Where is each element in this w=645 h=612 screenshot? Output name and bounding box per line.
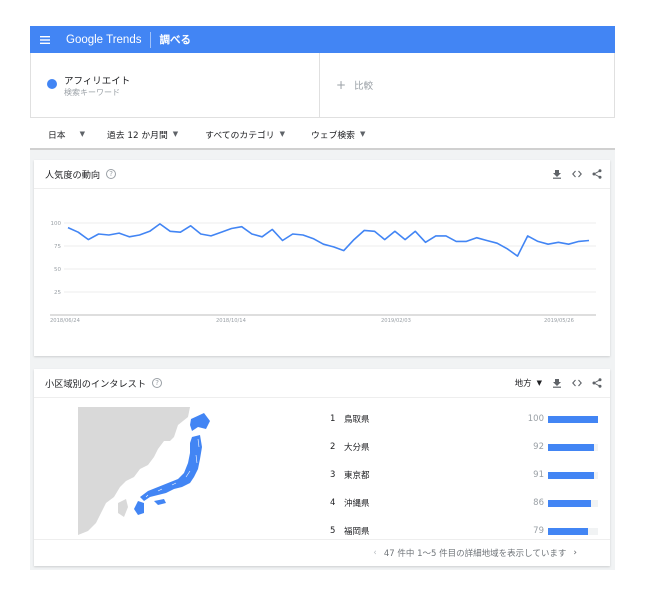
region-value: 92 xyxy=(533,442,544,452)
search-term-name[interactable]: アフィリエイト xyxy=(64,73,130,87)
card-header: 小区域別のインタレスト ? 地方 ▼ xyxy=(34,369,610,398)
search-terms-row: アフィリエイト 検索キーワード + 比較 xyxy=(30,53,615,118)
share-icon[interactable] xyxy=(591,377,602,389)
filter-time-label: 過去 12 か月間 xyxy=(107,130,168,141)
region-bar xyxy=(548,527,588,535)
chevron-down-icon: ▼ xyxy=(359,130,366,138)
korean-peninsula-shape xyxy=(118,499,128,517)
region-rank: 2 xyxy=(330,442,336,452)
help-icon[interactable]: ? xyxy=(106,169,117,179)
download-icon[interactable] xyxy=(551,377,562,389)
region-row[interactable]: 3 東京都 91 xyxy=(330,461,600,489)
filter-geo[interactable]: 日本 ▼ xyxy=(48,128,85,141)
filter-bar: 日本 ▼ 過去 12 か月間 ▼ すべてのカテゴリ ▼ ウェブ検索 ▼ xyxy=(30,120,615,150)
header-divider xyxy=(150,31,152,48)
region-name[interactable]: 沖縄県 xyxy=(344,497,494,509)
region-rank: 5 xyxy=(330,526,336,536)
x-tick-label: 2019/05/26 xyxy=(544,318,574,324)
filter-property[interactable]: ウェブ検索 ▼ xyxy=(311,128,365,141)
region-level-select[interactable]: 地方 ▼ xyxy=(515,377,542,389)
region-bar-track xyxy=(548,443,598,451)
hokkaido-shape[interactable] xyxy=(190,413,210,431)
chevron-down-icon: ▼ xyxy=(79,130,85,138)
region-value: 79 xyxy=(533,526,544,536)
region-value: 100 xyxy=(527,414,544,424)
chevron-down-icon: ▼ xyxy=(536,379,542,387)
chevron-down-icon: ▼ xyxy=(172,130,179,138)
pagination-text: 47 件中 1〜5 件目の詳細地域を表示しています xyxy=(383,549,567,559)
interest-by-region-card: 小区域別のインタレスト ? 地方 ▼ 1 鳥取県 100 2 大分県 92 3 … xyxy=(34,369,610,566)
interest-over-time-card: 人気度の動向 ? 100 75 50 25 2018/06/24 2018/10/14 20… xyxy=(34,160,610,356)
logo-trends-text: Trends xyxy=(106,33,142,46)
region-name[interactable]: 福岡県 xyxy=(344,525,494,537)
region-row[interactable]: 4 沖縄県 86 xyxy=(330,489,600,517)
kyushu-shape[interactable] xyxy=(134,501,144,515)
region-bar xyxy=(548,499,591,507)
region-ranking-list: 1 鳥取県 100 2 大分県 92 3 東京都 91 4 沖縄県 86 5 福… xyxy=(330,405,600,545)
interest-over-time-title: 人気度の動向 xyxy=(45,170,101,181)
region-rank: 3 xyxy=(330,470,336,480)
filter-category[interactable]: すべてのカテゴリ ▼ xyxy=(205,128,285,141)
logo-google-text: Google xyxy=(66,33,104,46)
filter-geo-label: 日本 xyxy=(48,130,66,141)
region-rank: 1 xyxy=(330,414,336,424)
previous-page-icon[interactable]: ‹ xyxy=(373,548,377,558)
region-bar xyxy=(548,443,594,451)
region-row[interactable]: 1 鳥取県 100 xyxy=(330,405,600,433)
compare-label: 比較 xyxy=(354,81,374,92)
pagination-footer: ‹ 47 件中 1〜5 件目の詳細地域を表示しています › xyxy=(34,539,610,566)
japan-region-map[interactable] xyxy=(78,407,236,537)
download-icon[interactable] xyxy=(551,168,562,180)
region-rank: 4 xyxy=(330,498,336,508)
region-value: 86 xyxy=(533,498,544,508)
card-header: 人気度の動向 ? xyxy=(34,160,610,189)
series-line xyxy=(67,223,590,257)
y-tick-label: 50 xyxy=(54,267,61,273)
term-color-dot xyxy=(47,79,57,89)
y-tick-label: 100 xyxy=(51,221,62,227)
region-name[interactable]: 東京都 xyxy=(344,469,494,481)
interest-by-region-title: 小区域別のインタレスト xyxy=(45,379,147,390)
embed-icon[interactable] xyxy=(571,377,582,389)
y-tick-label: 25 xyxy=(54,290,61,296)
share-icon[interactable] xyxy=(591,168,602,180)
region-bar-track xyxy=(548,415,598,423)
google-trends-logo[interactable]: Google Trends xyxy=(66,34,141,46)
search-term-type: 検索キーワード xyxy=(64,88,120,97)
interest-line-chart: 100 75 50 25 2018/06/24 2018/10/14 2019/02/03 2… xyxy=(50,221,596,324)
embed-icon[interactable] xyxy=(571,168,582,180)
plus-icon: + xyxy=(336,78,347,92)
region-bar-track xyxy=(548,471,598,479)
region-bar xyxy=(548,471,594,479)
region-bar-track xyxy=(548,499,598,507)
region-bar-track xyxy=(548,527,598,535)
menu-icon[interactable] xyxy=(30,26,60,53)
region-name[interactable]: 大分県 xyxy=(344,441,494,453)
region-value: 91 xyxy=(533,470,544,480)
x-tick-label: 2018/10/14 xyxy=(216,318,247,324)
filter-time[interactable]: 過去 12 か月間 ▼ xyxy=(107,128,178,141)
help-icon[interactable]: ? xyxy=(152,378,163,388)
compare-card[interactable]: + 比較 xyxy=(320,53,615,118)
region-bar xyxy=(548,415,598,423)
region-row[interactable]: 2 大分県 92 xyxy=(330,433,600,461)
chevron-down-icon: ▼ xyxy=(279,130,285,138)
filter-category-label: すべてのカテゴリ xyxy=(205,130,275,141)
mainland-asia-shape xyxy=(78,407,190,535)
shikoku-shape[interactable] xyxy=(154,499,166,505)
y-tick-label: 75 xyxy=(54,244,61,250)
x-tick-label: 2018/06/24 xyxy=(50,318,81,324)
region-level-label: 地方 xyxy=(514,379,532,389)
search-term-card[interactable]: アフィリエイト 検索キーワード xyxy=(30,53,320,118)
region-name[interactable]: 鳥取県 xyxy=(344,413,494,425)
filter-property-label: ウェブ検索 xyxy=(310,130,355,141)
next-page-icon[interactable]: › xyxy=(573,548,577,558)
top-app-bar: Google Trends 調べる xyxy=(30,26,615,53)
explore-link[interactable]: 調べる xyxy=(159,32,191,47)
x-tick-label: 2019/02/03 xyxy=(381,318,411,324)
